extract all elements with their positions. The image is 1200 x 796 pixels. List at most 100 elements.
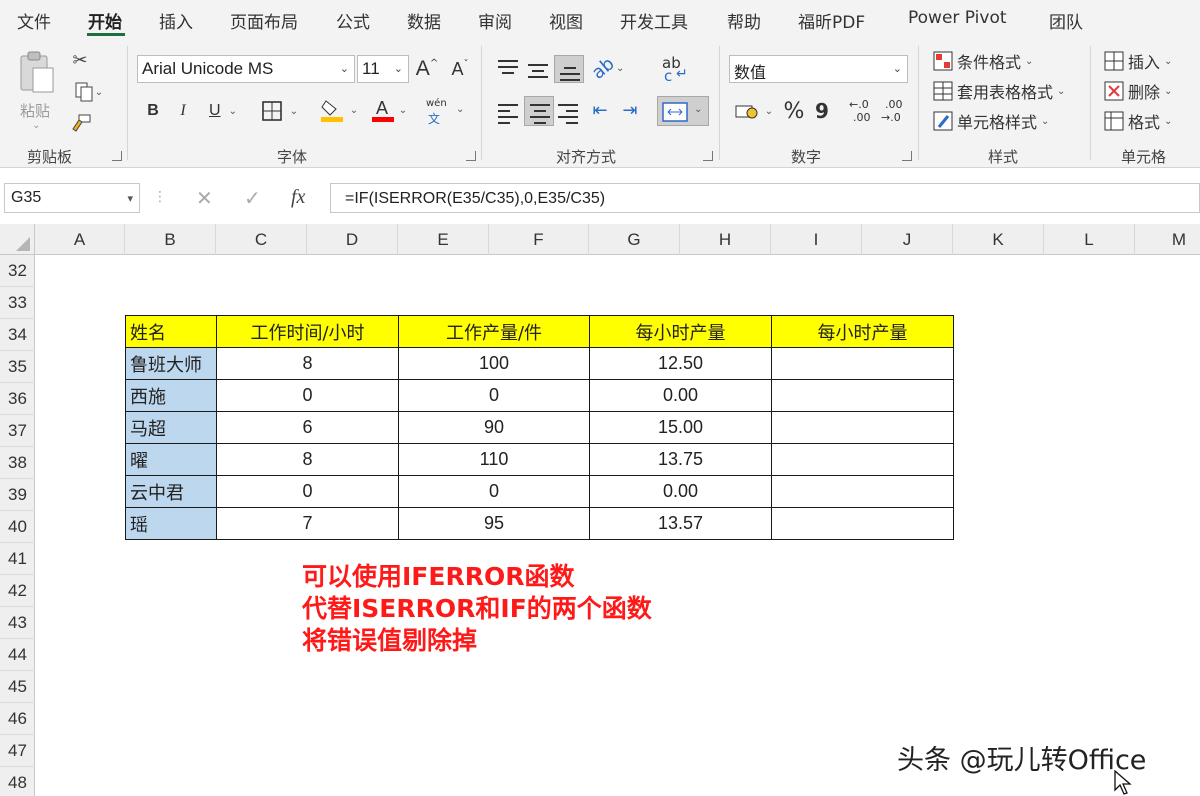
cell-output[interactable]: 110 [398, 443, 590, 476]
paste-button[interactable]: 粘贴 ⌄ [14, 48, 60, 132]
tab-foxit-pdf[interactable]: 福昕PDF [798, 8, 865, 33]
cell-hourly[interactable]: 13.57 [589, 507, 772, 540]
cell-hourly[interactable]: 13.75 [589, 443, 772, 476]
header-name[interactable]: 姓名 [125, 315, 217, 348]
column-header-g[interactable]: G [589, 224, 680, 255]
cell-output[interactable]: 0 [398, 379, 590, 412]
align-left-button[interactable] [498, 104, 518, 128]
header-hourly-output[interactable]: 每小时产量 [589, 315, 772, 348]
copy-button[interactable]: ⌄ [66, 80, 110, 104]
cell-hourly-2[interactable] [771, 347, 954, 380]
tab-review[interactable]: 审阅 [478, 8, 512, 33]
cell-name[interactable]: 瑶 [125, 507, 217, 540]
orientation-button[interactable]: ab ⌄ [587, 53, 628, 84]
tab-developer[interactable]: 开发工具 [620, 8, 688, 33]
row-header-37[interactable]: 37 [0, 415, 35, 447]
format-cells-button[interactable]: 格式 ⌄ [1104, 109, 1172, 133]
dialog-launcher-icon[interactable] [466, 151, 476, 161]
cell-hourly[interactable]: 0.00 [589, 475, 772, 508]
cell-hourly-2[interactable] [771, 379, 954, 412]
cell-hourly-2[interactable] [771, 507, 954, 540]
cell-hourly[interactable]: 12.50 [589, 347, 772, 380]
cell-name[interactable]: 云中君 [125, 475, 217, 508]
tab-power-pivot[interactable]: Power Pivot [908, 8, 1007, 28]
wrap-text-button[interactable]: ab c ↵ [660, 54, 690, 85]
column-header-c[interactable]: C [216, 224, 307, 255]
cell-output[interactable]: 100 [398, 347, 590, 380]
row-header-35[interactable]: 35 [0, 351, 35, 383]
tab-team[interactable]: 团队 [1049, 8, 1083, 33]
cell-name[interactable]: 马超 [125, 411, 217, 444]
phonetic-button[interactable]: wén 文 ⌄ [424, 98, 468, 126]
number-format-select[interactable]: 数值 ⌄ [729, 55, 908, 83]
conditional-format-button[interactable]: 条件格式 ⌄ [933, 49, 1033, 73]
cell-hours[interactable]: 0 [216, 475, 399, 508]
cell-hourly[interactable]: 15.00 [589, 411, 772, 444]
cell-hourly-2[interactable] [771, 475, 954, 508]
align-middle-button[interactable] [528, 64, 548, 82]
cell-hours[interactable]: 0 [216, 379, 399, 412]
row-header-47[interactable]: 47 [0, 735, 35, 767]
delete-cells-button[interactable]: 删除 ⌄ [1104, 79, 1172, 103]
row-header-40[interactable]: 40 [0, 511, 35, 543]
cell-styles-button[interactable]: 单元格样式 ⌄ [933, 109, 1049, 133]
cell-hours[interactable]: 8 [216, 347, 399, 380]
column-header-d[interactable]: D [307, 224, 398, 255]
comma-style-button[interactable]: 9 [812, 98, 832, 124]
row-header-38[interactable]: 38 [0, 447, 35, 479]
row-header-45[interactable]: 45 [0, 671, 35, 703]
row-header-44[interactable]: 44 [0, 639, 35, 671]
column-header-e[interactable]: E [398, 224, 489, 255]
align-top-button[interactable] [498, 60, 518, 78]
row-header-32[interactable]: 32 [0, 255, 35, 287]
cell-output[interactable]: 95 [398, 507, 590, 540]
cell-hours[interactable]: 8 [216, 443, 399, 476]
formula-input[interactable]: =IF(ISERROR(E35/C35),0,E35/C35) [330, 183, 1200, 213]
cell-output[interactable]: 90 [398, 411, 590, 444]
dialog-launcher-icon[interactable] [112, 151, 122, 161]
row-header-39[interactable]: 39 [0, 479, 35, 511]
header-work-hours[interactable]: 工作时间/小时 [216, 315, 399, 348]
cell-hours[interactable]: 7 [216, 507, 399, 540]
cut-button[interactable]: ✂ [68, 48, 92, 72]
header-hourly-output-2[interactable]: 每小时产量 [771, 315, 954, 348]
tab-insert[interactable]: 插入 [159, 8, 193, 33]
row-header-43[interactable]: 43 [0, 607, 35, 639]
cell-output[interactable]: 0 [398, 475, 590, 508]
column-header-a[interactable]: A [35, 224, 125, 255]
cell-hours[interactable]: 6 [216, 411, 399, 444]
cell-hourly-2[interactable] [771, 411, 954, 444]
dialog-launcher-icon[interactable] [902, 151, 912, 161]
insert-function-icon[interactable]: fx [291, 186, 305, 209]
decrease-decimal-button[interactable]: .00 →.0 [881, 98, 911, 126]
row-header-41[interactable]: 41 [0, 543, 35, 575]
column-header-h[interactable]: H [680, 224, 771, 255]
insert-cells-button[interactable]: 插入 ⌄ [1104, 49, 1172, 73]
borders-button[interactable]: ⌄ [256, 98, 304, 124]
tab-page-layout[interactable]: 页面布局 [230, 8, 298, 33]
cell-hourly-2[interactable] [771, 443, 954, 476]
italic-button[interactable]: I [172, 98, 194, 124]
percent-button[interactable]: % [782, 98, 806, 124]
align-bottom-button[interactable] [554, 55, 584, 83]
column-header-m[interactable]: M [1135, 224, 1200, 255]
align-right-button[interactable] [558, 104, 578, 128]
enter-icon[interactable]: ✓ [244, 186, 261, 210]
column-header-l[interactable]: L [1044, 224, 1135, 255]
name-box[interactable]: G35 ▾ [4, 183, 140, 213]
cell-name[interactable]: 西施 [125, 379, 217, 412]
format-painter-button[interactable] [68, 112, 94, 136]
decrease-indent-button[interactable]: ⇤ [588, 98, 612, 122]
cell-name[interactable]: 鲁班大师 [125, 347, 217, 380]
row-header-34[interactable]: 34 [0, 319, 35, 351]
tab-view[interactable]: 视图 [549, 8, 583, 33]
font-color-button[interactable]: A ⌄ [366, 96, 412, 124]
underline-button[interactable]: U ⌄ [201, 98, 245, 124]
increase-decimal-button[interactable]: ←.0 .00 [849, 98, 877, 126]
row-header-48[interactable]: 48 [0, 767, 35, 796]
column-header-k[interactable]: K [953, 224, 1044, 255]
align-center-button[interactable] [524, 96, 554, 126]
cancel-icon[interactable]: ✕ [196, 186, 213, 210]
select-all-button[interactable] [0, 224, 35, 255]
header-output[interactable]: 工作产量/件 [398, 315, 590, 348]
